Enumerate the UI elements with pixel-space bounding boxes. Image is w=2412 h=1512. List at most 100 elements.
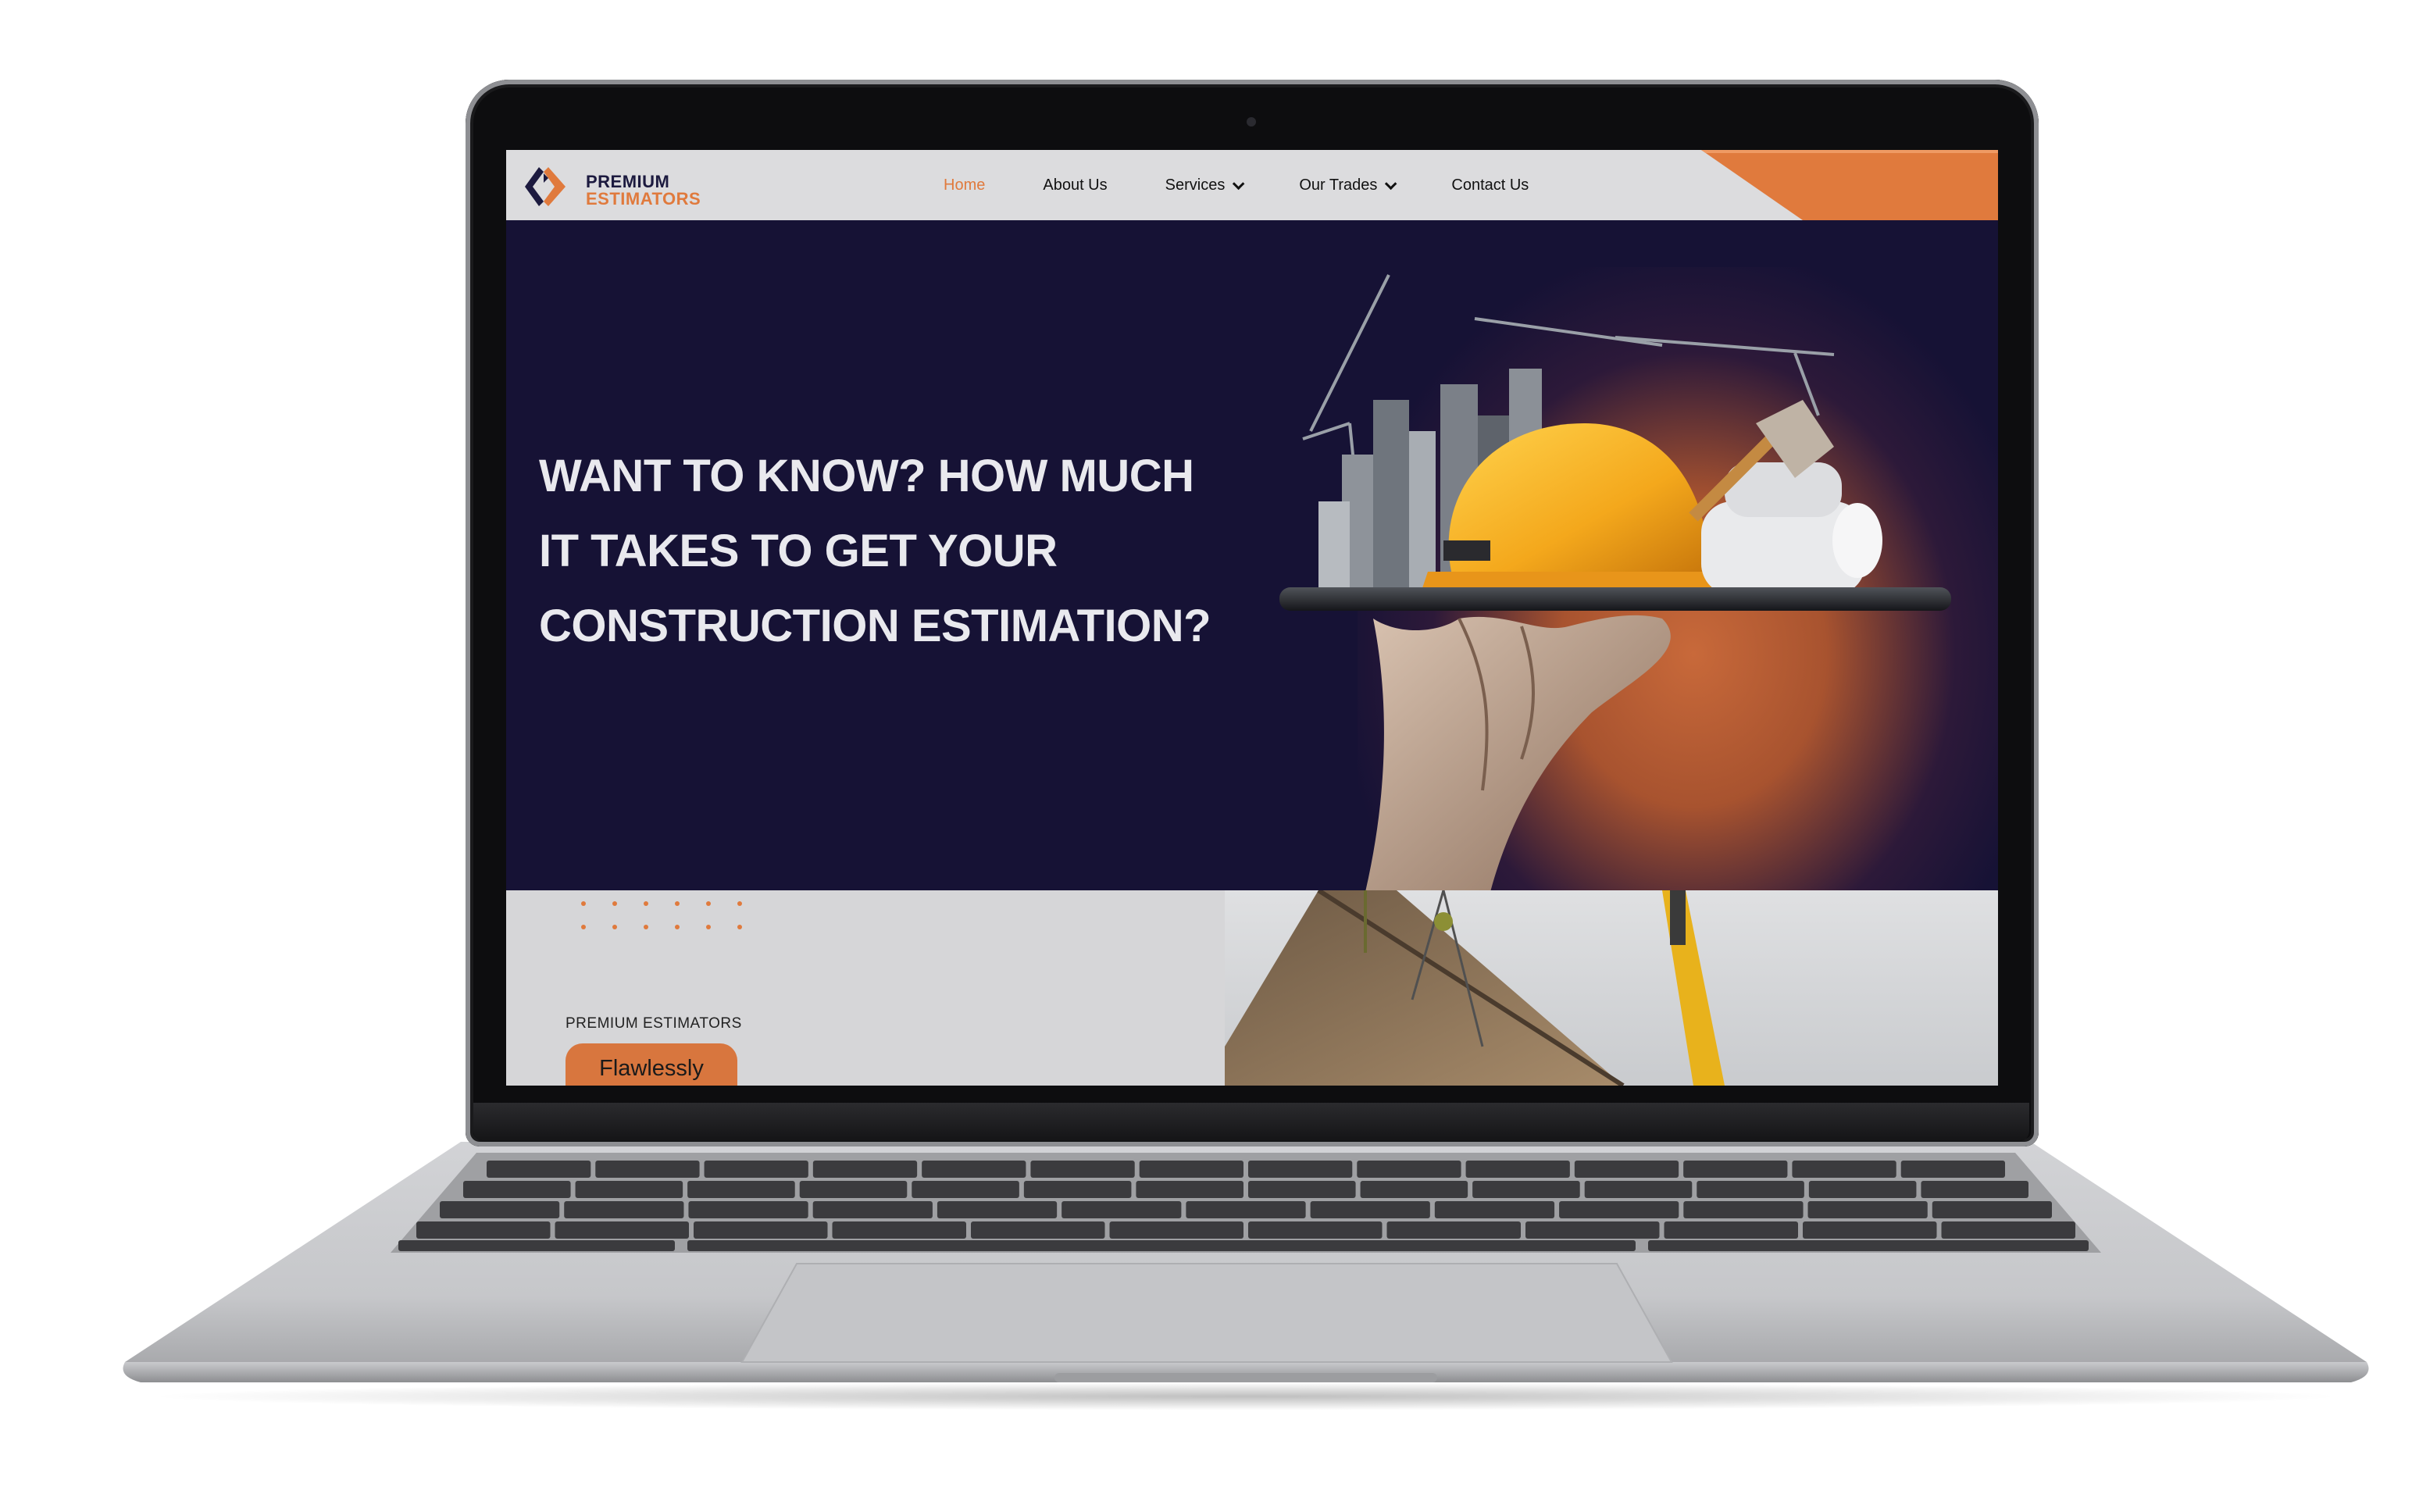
keyboard-key — [440, 1201, 560, 1218]
browser-screen: PREMIUM ESTIMATORS Home About Us Service… — [506, 150, 1998, 1086]
tablet-icon — [1279, 587, 1951, 611]
webcam-icon — [1247, 117, 1256, 127]
decorative-dot — [612, 901, 617, 906]
site-logo[interactable]: PREMIUM ESTIMATORS — [520, 158, 701, 212]
keyboard-key — [1932, 1201, 2052, 1218]
keyboard-key — [1803, 1221, 1937, 1239]
nav-item-label: Our Trades — [1299, 176, 1378, 194]
keyboard-key — [1357, 1161, 1461, 1178]
nav-item-label: Services — [1165, 176, 1226, 194]
keyboard-key — [1574, 1161, 1679, 1178]
decorative-dots — [581, 901, 753, 940]
nav-item-label: About Us — [1043, 176, 1108, 194]
keyboard-key — [1248, 1221, 1383, 1239]
keyboard-key — [575, 1181, 683, 1198]
nav-item-label: Home — [944, 176, 986, 194]
keyboard-key — [1648, 1240, 2089, 1251]
keyboard-key — [1584, 1181, 1693, 1198]
keyboard-key — [1792, 1161, 1896, 1178]
laptop-mockup: PREMIUM ESTIMATORS Home About Us Service… — [0, 0, 2412, 1512]
chevron-down-icon — [1385, 177, 1397, 190]
keyboard-key — [555, 1221, 689, 1239]
keyboard-key — [1061, 1201, 1182, 1218]
keyboard-key — [1807, 1201, 1928, 1218]
nav-item-home[interactable]: Home — [944, 177, 985, 194]
keyboard-key — [1941, 1221, 2075, 1239]
keyboard-key — [971, 1221, 1105, 1239]
decorative-dot — [644, 901, 648, 906]
keyboard-key — [687, 1240, 1636, 1251]
laptop-base — [117, 1142, 2375, 1389]
keyboard-key — [832, 1221, 966, 1239]
flawlessly-badge-button[interactable]: Flawlessly — [566, 1043, 737, 1086]
keyboard-key — [416, 1221, 551, 1239]
keyboard-key — [487, 1161, 591, 1178]
hero-section: WANT TO KNOW? HOW MUCH IT TAKES TO GET Y… — [506, 220, 1998, 890]
keyboard-key — [1664, 1221, 1798, 1239]
decorative-dot — [644, 925, 648, 929]
keyboard-key — [799, 1181, 908, 1198]
keyboard-key — [1248, 1181, 1356, 1198]
keyboard-key — [1525, 1221, 1660, 1239]
keyboard-key — [1683, 1161, 1788, 1178]
main-nav: Home About Us Services Our Trades Contac… — [944, 150, 1586, 220]
keyboard-key — [1186, 1201, 1306, 1218]
hand-icon — [1365, 615, 1671, 890]
site-header: PREMIUM ESTIMATORS Home About Us Service… — [506, 150, 1998, 220]
keyboard-key — [1683, 1201, 1804, 1218]
keyboard-key — [688, 1201, 808, 1218]
section-eyebrow: PREMIUM ESTIMATORS — [566, 1015, 742, 1032]
decorative-dot — [706, 901, 711, 906]
decorative-dot — [675, 901, 680, 906]
logo-name-secondary: ESTIMATORS — [586, 189, 701, 209]
keyboard-key — [1030, 1161, 1135, 1178]
nav-item-about-us[interactable]: About Us — [1043, 177, 1107, 194]
decorative-dot — [737, 901, 742, 906]
hero-heading-line: WANT TO KNOW? HOW MUCH — [539, 451, 1194, 501]
nav-item-services[interactable]: Services — [1165, 176, 1245, 194]
hero-heading: WANT TO KNOW? HOW MUCH IT TAKES TO GET Y… — [539, 439, 1304, 664]
nav-item-contact-us[interactable]: Contact Us — [1451, 177, 1529, 194]
keyboard-key — [1808, 1181, 1917, 1198]
keyboard-key — [1248, 1161, 1353, 1178]
keyboard-key — [398, 1240, 675, 1251]
decorative-dot — [581, 901, 586, 906]
header-orange-accent — [1701, 150, 1998, 220]
keyboard-key — [694, 1221, 828, 1239]
keyboard-key — [1465, 1161, 1570, 1178]
keyboard-key — [463, 1181, 571, 1198]
keyboard-key — [687, 1181, 795, 1198]
keyboard-key — [704, 1161, 808, 1178]
hero-heading-line: CONSTRUCTION ESTIMATION? — [539, 601, 1211, 651]
keyboard-key — [595, 1161, 700, 1178]
nav-item-label: Contact Us — [1451, 176, 1529, 194]
keyboard-key — [1697, 1181, 1804, 1198]
keyboard-key — [1900, 1161, 2005, 1178]
keyboard-key — [1360, 1181, 1468, 1198]
laptop-hinge — [473, 1103, 2029, 1142]
keyboard-key — [1921, 1181, 2028, 1198]
keyboard-key — [912, 1181, 1019, 1198]
keyboard-key — [564, 1201, 684, 1218]
intro-section: PREMIUM ESTIMATORS Flawlessly — [506, 890, 1998, 1086]
decorative-dot — [612, 925, 617, 929]
keyboard-deck — [123, 1142, 2369, 1382]
keyboard-key — [922, 1161, 1026, 1178]
keyboard-key — [937, 1201, 1058, 1218]
nav-item-our-trades[interactable]: Our Trades — [1299, 176, 1397, 194]
hero-construction-illustration — [1279, 274, 1951, 890]
diamond-chevron-logo-icon — [525, 167, 566, 206]
crane-lifting-beam-photo — [1225, 890, 1998, 1086]
keyboard-key — [1310, 1201, 1430, 1218]
keyboard-key — [812, 1161, 918, 1178]
keyboard-key — [1139, 1161, 1243, 1178]
keyboard-key — [1136, 1181, 1243, 1198]
keyboard-key — [1434, 1201, 1555, 1218]
decorative-dot — [706, 925, 711, 929]
keyboard-key — [1472, 1181, 1580, 1198]
chevron-down-icon — [1233, 177, 1245, 190]
keyboard-key — [1023, 1181, 1132, 1198]
keyboard-key — [1109, 1221, 1243, 1239]
decorative-dot — [581, 925, 586, 929]
keyboard-key — [812, 1201, 933, 1218]
